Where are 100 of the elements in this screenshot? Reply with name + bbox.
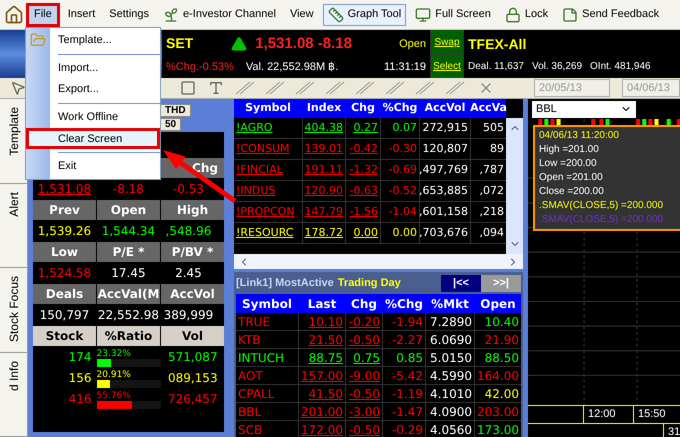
table-cell-text: !RESOURC <box>236 224 294 241</box>
table-cell-text: 42.00 <box>484 386 519 402</box>
menu-item[interactable]: Full Screen <box>409 2 497 26</box>
folder-icon <box>30 32 46 48</box>
stat-value: 1,544.34 <box>102 223 156 240</box>
ruler-icon <box>328 6 344 22</box>
column-header: Symbol <box>241 296 293 313</box>
table-cell-text: -0.50 <box>348 386 380 402</box>
symbol-dropdown[interactable]: BBL <box>532 100 636 118</box>
table-cell-text: 172.00 <box>301 422 343 437</box>
menu-item[interactable]: Send Feedback <box>556 2 666 26</box>
stat-header: Deals <box>33 284 96 304</box>
stat-value: -8.18 <box>112 181 144 198</box>
table-cell-text: 0.00 <box>392 224 417 241</box>
stat-value: 1,524.58 <box>38 265 92 282</box>
sprout-icon <box>163 6 179 22</box>
index-name: SET <box>166 34 194 54</box>
column-header: Index <box>306 100 342 116</box>
table-cell-text: ,497,769 <box>419 162 468 178</box>
deal-count: Deal. 11,637 <box>468 60 524 74</box>
menu-option[interactable]: Exit <box>50 156 160 177</box>
menu-item[interactable]: File <box>26 2 60 26</box>
table-cell-text: -0.52 <box>388 182 417 199</box>
menu-item[interactable]: Insert <box>62 2 102 26</box>
side-tab[interactable]: Stock Focus <box>0 268 27 352</box>
table-cell-text: -1.19 <box>392 386 423 402</box>
table-cell-text: -5.42 <box>392 368 423 384</box>
panel-tab[interactable]: THD <box>160 104 191 117</box>
table-cell-text: !INDUS <box>236 182 276 199</box>
table-cell-text: -2.27 <box>392 332 423 348</box>
text-icon[interactable] <box>208 80 224 96</box>
table-cell-text: 7.2890 <box>430 314 472 330</box>
menu-option[interactable]: Work Offline <box>50 107 160 128</box>
table-cell-text: 88.50 <box>484 350 519 366</box>
menu-option[interactable]: Template... <box>50 30 160 51</box>
menu-option[interactable]: Clear Screen <box>26 128 160 149</box>
monitor-icon <box>415 6 432 22</box>
table-cell-text: 164.00 <box>477 368 519 384</box>
table-cell-text: 147.79 <box>304 204 343 220</box>
table-cell-text: !PROPCON <box>236 204 295 220</box>
ratio-label: 55.76% <box>96 392 131 401</box>
pointer-icon[interactable] <box>10 80 26 96</box>
menu-option[interactable]: Import... <box>50 58 160 79</box>
table-cell-text: -0.69 <box>388 162 417 178</box>
table-cell-text: 10.40 <box>484 314 519 330</box>
menu-item[interactable]: Graph Tool <box>322 2 408 26</box>
swap-link[interactable]: Swap <box>431 30 463 54</box>
table-cell-text: BBL <box>238 404 262 420</box>
menu-item[interactable]: e-Investor Channel <box>157 2 282 26</box>
volume: Vol. 36,269 <box>532 60 582 74</box>
table-cell-text: SCB <box>238 422 262 437</box>
panel-title: [Link1] MostActive <box>236 276 334 291</box>
tooltip-line: Low =200.00 <box>539 157 598 171</box>
panel-tab[interactable]: 50 <box>160 118 182 131</box>
column-header: %Ratio <box>97 326 160 346</box>
column-header: %Mkt <box>430 296 470 312</box>
stat-header: High <box>161 200 224 220</box>
table-cell-text: -0.30 <box>388 140 417 157</box>
market-time: 11:31:19 <box>384 60 426 75</box>
nav-button[interactable]: |<< <box>441 274 481 292</box>
home-icon[interactable] <box>4 4 24 24</box>
rectangle-icon[interactable] <box>180 80 196 96</box>
tooltip-line: High =201.00 <box>539 143 600 157</box>
table-cell-text: 88.75 <box>308 350 343 366</box>
column-header: AccVol <box>424 100 466 116</box>
table-cell-text: ,787 <box>480 162 504 178</box>
table-cell-text: 0.85 <box>396 350 423 366</box>
table-cell-text: 10.10 <box>308 314 343 330</box>
table-cell-text: 120,807 <box>422 140 468 157</box>
stat-header: Prev <box>33 200 96 220</box>
table-cell-text: ,703,676 <box>419 224 468 241</box>
table-cell-text: 120.90 <box>304 182 343 199</box>
axis-label: 31 <box>663 424 680 437</box>
table-cell-text: -1.56 <box>350 204 378 220</box>
menu-item[interactable]: Settings <box>103 2 155 26</box>
table-cell-text: 203.00 <box>477 404 519 420</box>
index-value: 1,531.08 -8.18 <box>255 34 352 54</box>
vertical-scrollbar[interactable] <box>506 118 523 254</box>
menu-option[interactable]: Export... <box>50 79 160 100</box>
side-tab[interactable]: Alert <box>0 184 27 268</box>
volume-value: 726,457 <box>166 391 219 408</box>
tooltip-line: 04/06/13 11:20:00 <box>539 129 620 143</box>
tooltip-line: .SMAV(CLOSE,5) =200.000 <box>539 213 664 227</box>
table-cell-text: 6.0690 <box>430 332 472 348</box>
time-axis-label: 12:00 <box>583 406 633 423</box>
menu-item[interactable]: View <box>284 2 320 26</box>
tfex-name: TFEX-All <box>468 35 528 54</box>
menu-item[interactable]: Lock <box>498 2 554 26</box>
tooltip-line: .SMAV(CLOSE,5) =200.000 <box>539 199 664 213</box>
table-cell-text: 4.0560 <box>430 422 472 437</box>
up-triangle-icon <box>231 36 248 52</box>
horizontal-scrollbar[interactable] <box>234 254 523 269</box>
table-cell-text: -0.20 <box>348 314 380 330</box>
column-header: %Chg <box>384 296 424 313</box>
column-header: Symbol <box>244 100 292 116</box>
side-tab[interactable]: d Info <box>0 352 27 437</box>
table-cell-text: 4.1010 <box>430 386 472 402</box>
stock-count: 416 <box>68 391 93 408</box>
stat-header: Low <box>33 242 96 262</box>
table-cell-text: !CONSUM <box>236 140 290 157</box>
